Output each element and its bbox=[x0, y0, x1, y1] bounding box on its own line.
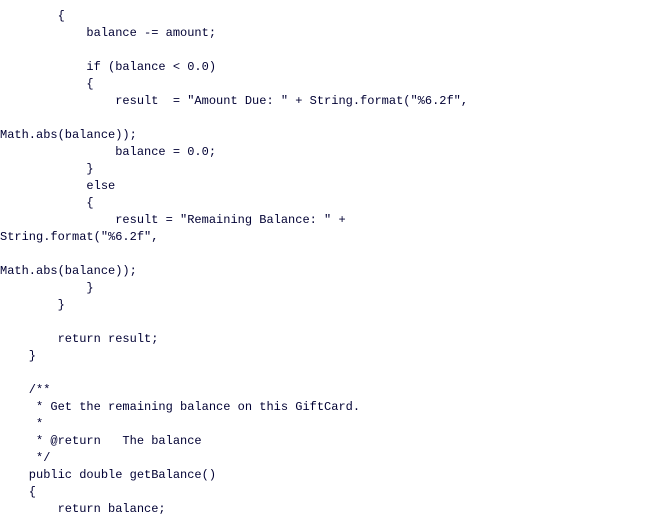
code-content: { balance -= amount; if (balance < 0.0) … bbox=[0, 9, 468, 516]
code-block: { balance -= amount; if (balance < 0.0) … bbox=[0, 0, 648, 518]
